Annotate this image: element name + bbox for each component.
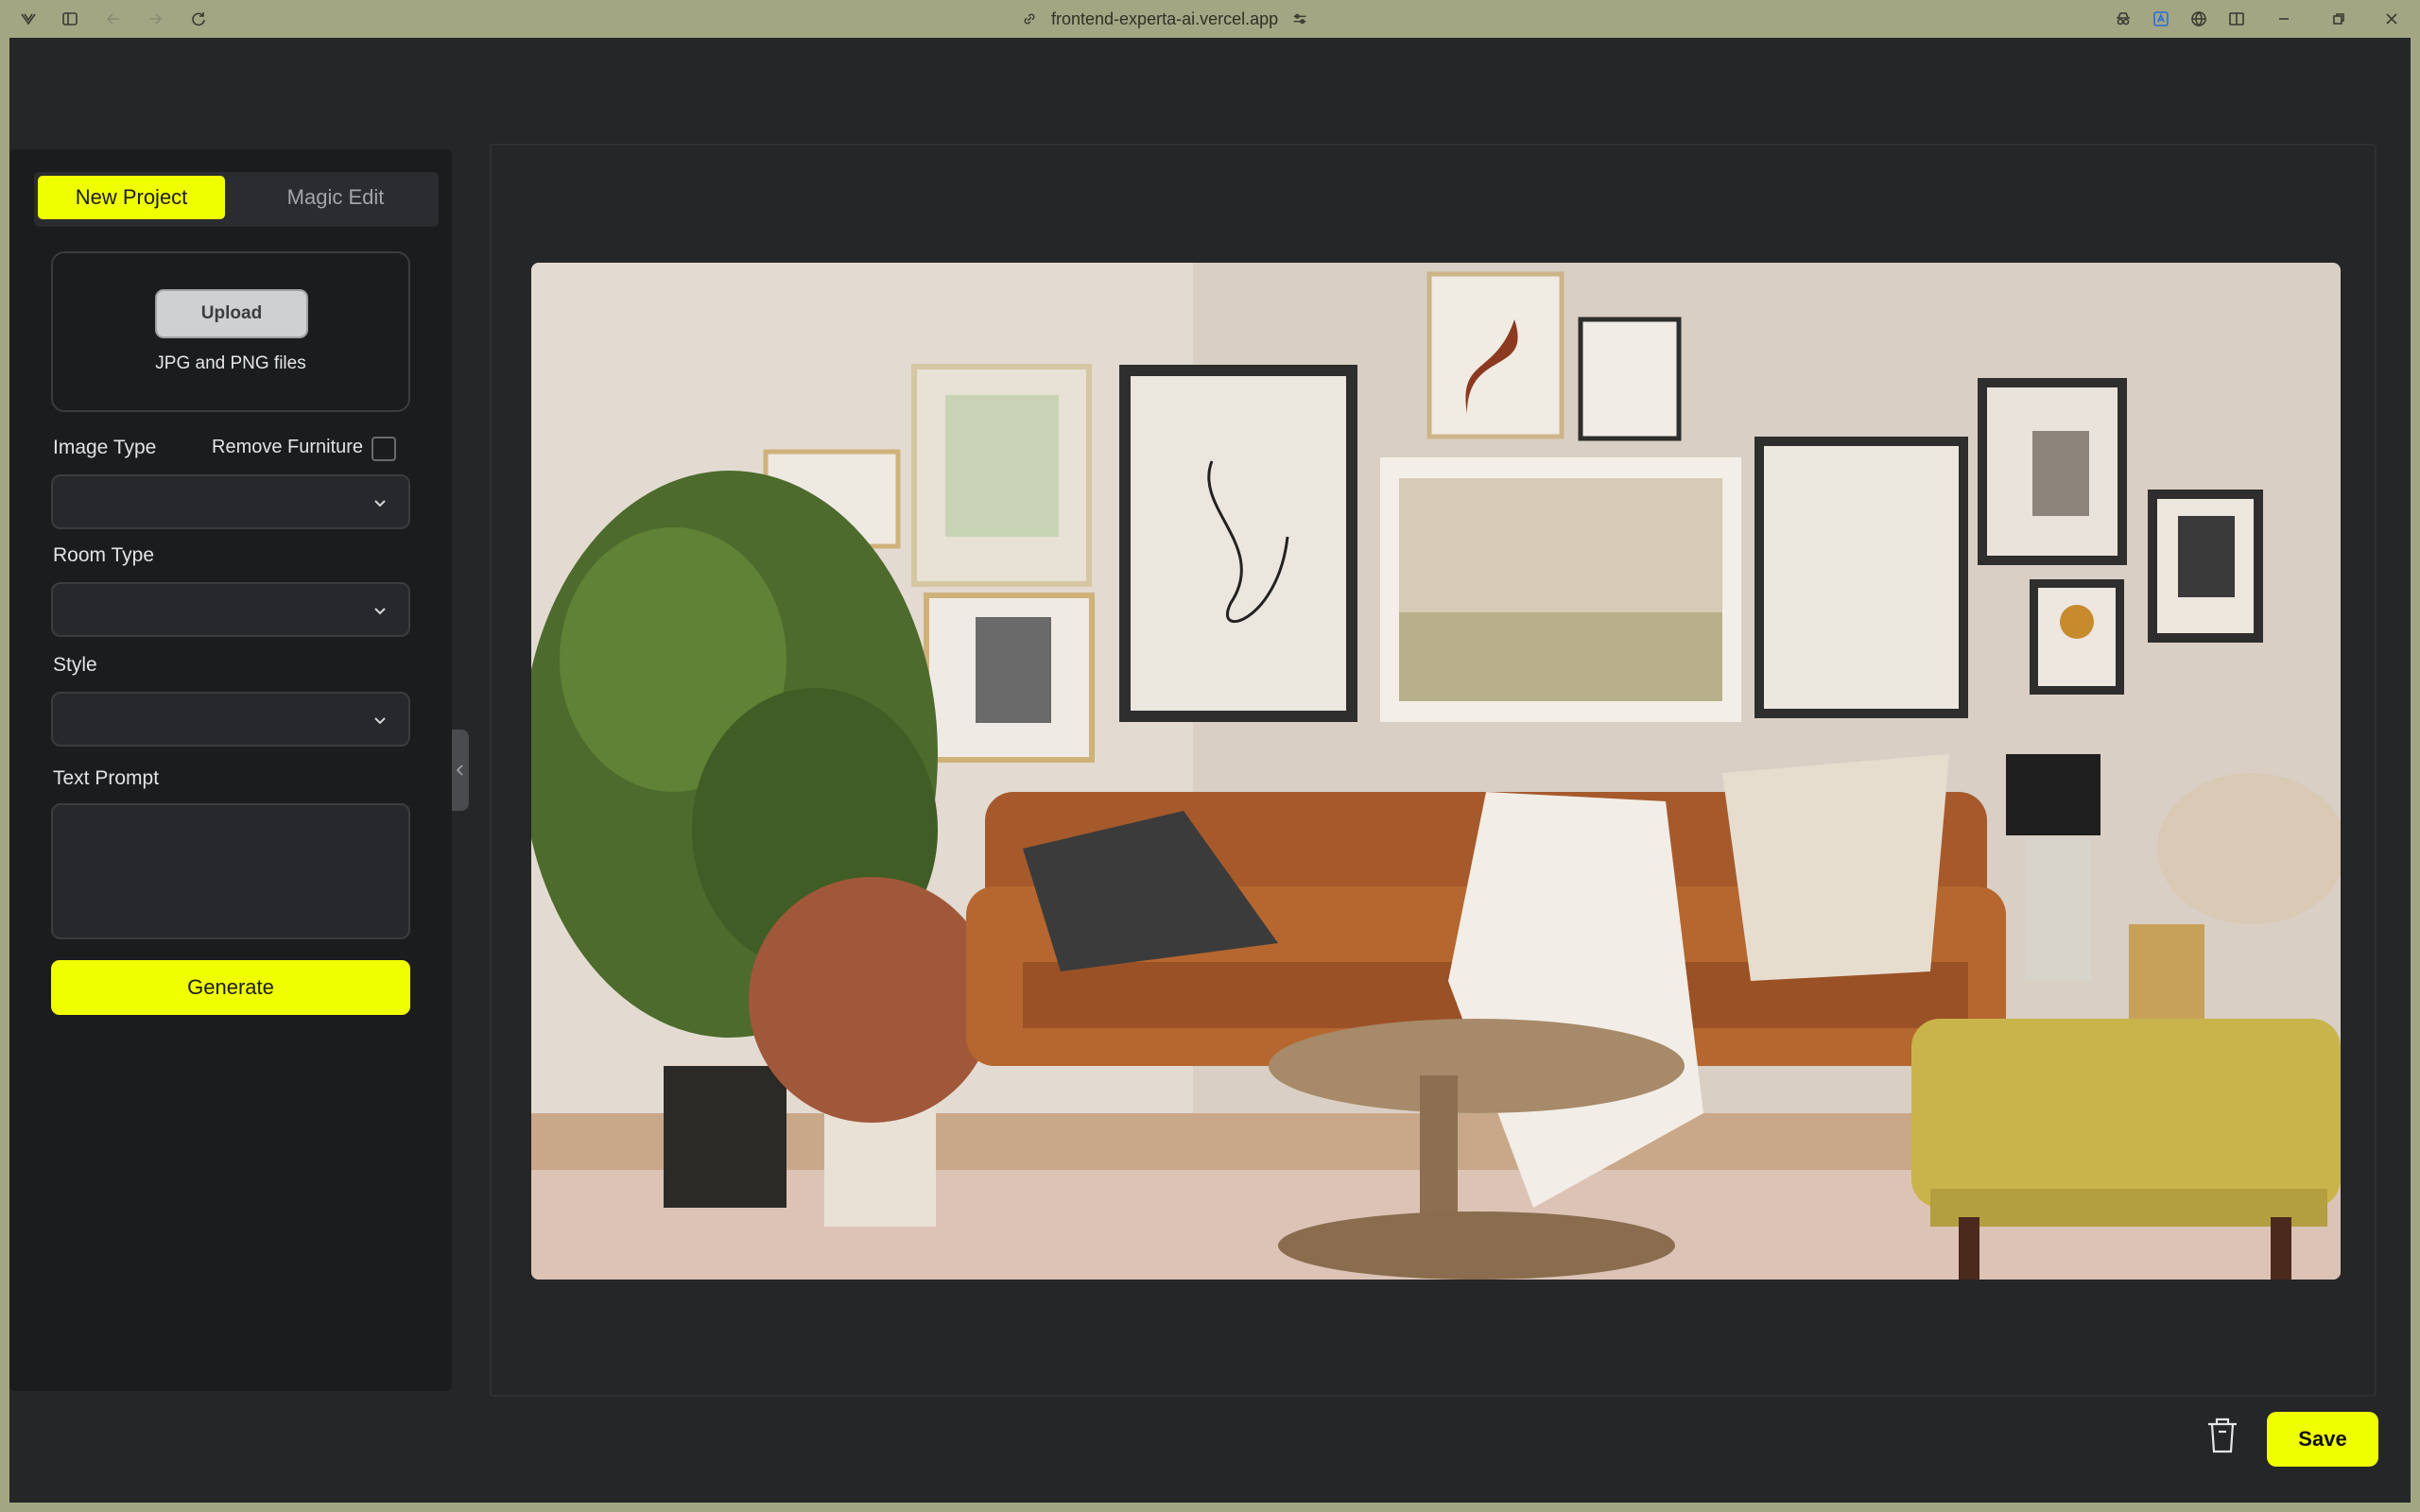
url-text: frontend-experta-ai.vercel.app [1051, 9, 1279, 28]
minimize-icon[interactable] [2273, 8, 2295, 30]
sidebar-collapse-handle[interactable] [452, 730, 469, 811]
back-arrow-icon[interactable] [102, 8, 125, 30]
image-type-select[interactable] [51, 474, 410, 529]
app-window: New Project Magic Edit Upload JPG and PN… [9, 38, 2411, 1503]
tab-magic-edit[interactable]: Magic Edit [236, 176, 435, 219]
extension-incognito-icon[interactable] [2112, 8, 2135, 30]
save-button[interactable]: Save [2267, 1412, 2378, 1467]
address-bar[interactable]: frontend-experta-ai.vercel.app [1021, 8, 1308, 30]
living-room-image [531, 263, 2341, 1280]
globe-icon[interactable] [2187, 8, 2210, 30]
sidebar-toggle-icon[interactable] [59, 8, 81, 30]
extension-translate-icon[interactable] [2150, 8, 2172, 30]
style-select[interactable] [51, 692, 410, 747]
tab-new-project[interactable]: New Project [38, 176, 225, 219]
image-type-label: Image Type [53, 437, 157, 458]
remove-furniture-label: Remove Furniture [212, 437, 364, 457]
style-label: Style [53, 654, 97, 676]
image-canvas [490, 144, 2377, 1397]
reload-icon[interactable] [187, 8, 210, 30]
close-icon[interactable] [2380, 8, 2403, 30]
room-type-label: Room Type [53, 544, 154, 566]
upload-button[interactable]: Upload [155, 289, 308, 338]
generate-button[interactable]: Generate [51, 960, 410, 1015]
browser-logo-icon[interactable] [17, 8, 40, 30]
forward-arrow-icon[interactable] [144, 8, 166, 30]
remove-furniture-checkbox[interactable] [372, 437, 396, 461]
upload-hint: JPG and PNG files [155, 353, 306, 373]
upload-dropzone[interactable]: Upload JPG and PNG files [51, 251, 410, 412]
browser-titlebar: frontend-experta-ai.vercel.app [0, 0, 2420, 38]
delete-button[interactable] [2201, 1414, 2244, 1457]
mode-tabs: New Project Magic Edit [34, 172, 439, 227]
text-prompt-label: Text Prompt [53, 767, 160, 789]
chevron-left-icon [456, 765, 463, 776]
chevron-down-icon [371, 711, 389, 730]
chevron-down-icon [371, 601, 389, 620]
link-icon [1024, 13, 1035, 25]
chevron-down-icon [371, 493, 389, 512]
room-type-select[interactable] [51, 582, 410, 637]
trash-icon [2208, 1418, 2237, 1453]
site-settings-icon[interactable] [1291, 10, 1308, 27]
room-photo[interactable] [531, 263, 2341, 1280]
split-view-icon[interactable] [2225, 8, 2248, 30]
text-prompt-input[interactable] [51, 803, 410, 939]
restore-icon[interactable] [2327, 8, 2350, 30]
sidebar-panel: New Project Magic Edit Upload JPG and PN… [9, 149, 452, 1391]
